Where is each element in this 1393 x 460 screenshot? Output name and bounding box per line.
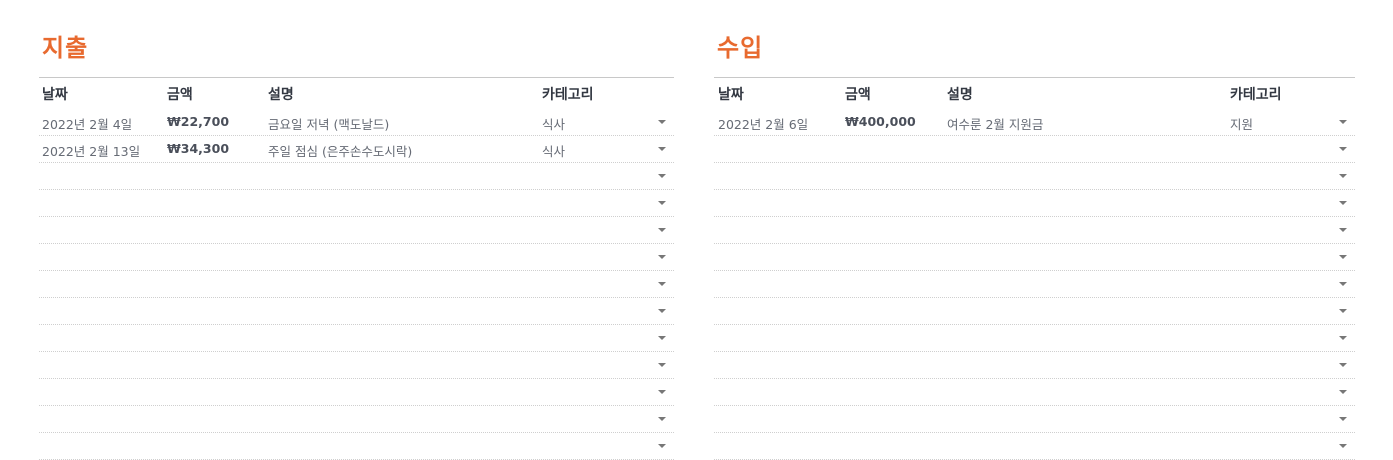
table-row[interactable] bbox=[39, 433, 674, 460]
category-dropdown-arrow-icon[interactable] bbox=[1339, 309, 1347, 313]
table-row[interactable] bbox=[714, 298, 1355, 325]
category-dropdown-arrow-icon[interactable] bbox=[1339, 444, 1347, 448]
header-category: 카테고리 bbox=[1230, 87, 1282, 103]
cell-category[interactable]: 지원 bbox=[1230, 114, 1253, 133]
category-dropdown-arrow-icon[interactable] bbox=[658, 363, 666, 367]
category-dropdown-arrow-icon[interactable] bbox=[658, 201, 666, 205]
category-dropdown-arrow-icon[interactable] bbox=[1339, 282, 1347, 286]
expenses-table: 2022년 2월 4일 ₩22,700 금요일 저녁 (맥도날드) 식사 2022년 2… bbox=[39, 109, 674, 460]
cell-description[interactable]: 주일 점심 (은주손수도시락) bbox=[268, 141, 412, 160]
category-dropdown-arrow-icon[interactable] bbox=[658, 417, 666, 421]
income-header-row: 날짜 금액 설명 카테고리 bbox=[714, 77, 1355, 107]
header-description: 설명 bbox=[268, 87, 294, 103]
table-row[interactable] bbox=[39, 379, 674, 406]
expenses-title: 지출 bbox=[42, 34, 89, 62]
table-row[interactable] bbox=[39, 244, 674, 271]
category-dropdown-arrow-icon[interactable] bbox=[658, 228, 666, 232]
category-dropdown-arrow-icon[interactable] bbox=[658, 120, 666, 124]
category-dropdown-arrow-icon[interactable] bbox=[658, 147, 666, 151]
category-dropdown-arrow-icon[interactable] bbox=[658, 444, 666, 448]
table-row[interactable] bbox=[39, 271, 674, 298]
table-row[interactable]: 2022년 2월 6일 ₩400,000 여수룬 2월 지원금 지원 bbox=[714, 109, 1355, 136]
cell-date[interactable]: 2022년 2월 4일 bbox=[42, 114, 132, 133]
category-dropdown-arrow-icon[interactable] bbox=[1339, 390, 1347, 394]
header-amount: 금액 bbox=[167, 87, 193, 103]
income-title: 수입 bbox=[717, 34, 764, 62]
category-dropdown-arrow-icon[interactable] bbox=[658, 390, 666, 394]
table-row[interactable] bbox=[714, 136, 1355, 163]
header-date: 날짜 bbox=[42, 87, 68, 103]
cell-amount[interactable]: ₩22,700 bbox=[167, 114, 229, 129]
category-dropdown-arrow-icon[interactable] bbox=[1339, 255, 1347, 259]
table-row[interactable] bbox=[714, 244, 1355, 271]
table-row[interactable] bbox=[39, 190, 674, 217]
cell-category[interactable]: 식사 bbox=[542, 141, 565, 160]
category-dropdown-arrow-icon[interactable] bbox=[658, 336, 666, 340]
table-row[interactable] bbox=[714, 271, 1355, 298]
table-row[interactable] bbox=[714, 163, 1355, 190]
table-row[interactable] bbox=[714, 406, 1355, 433]
table-row[interactable] bbox=[39, 298, 674, 325]
category-dropdown-arrow-icon[interactable] bbox=[1339, 147, 1347, 151]
cell-category[interactable]: 식사 bbox=[542, 114, 565, 133]
expenses-header-row: 날짜 금액 설명 카테고리 bbox=[39, 77, 674, 107]
table-row[interactable] bbox=[714, 217, 1355, 244]
category-dropdown-arrow-icon[interactable] bbox=[658, 174, 666, 178]
category-dropdown-arrow-icon[interactable] bbox=[1339, 363, 1347, 367]
category-dropdown-arrow-icon[interactable] bbox=[1339, 228, 1347, 232]
cell-date[interactable]: 2022년 2월 6일 bbox=[718, 114, 808, 133]
table-row[interactable] bbox=[714, 352, 1355, 379]
table-row[interactable] bbox=[714, 433, 1355, 460]
table-row[interactable] bbox=[39, 406, 674, 433]
table-row[interactable] bbox=[714, 325, 1355, 352]
cell-amount[interactable]: ₩34,300 bbox=[167, 141, 229, 156]
header-category: 카테고리 bbox=[542, 87, 594, 103]
table-row[interactable] bbox=[714, 379, 1355, 406]
table-row[interactable] bbox=[39, 163, 674, 190]
income-table: 2022년 2월 6일 ₩400,000 여수룬 2월 지원금 지원 bbox=[714, 109, 1355, 460]
category-dropdown-arrow-icon[interactable] bbox=[658, 255, 666, 259]
table-row[interactable] bbox=[714, 190, 1355, 217]
category-dropdown-arrow-icon[interactable] bbox=[658, 309, 666, 313]
cell-description[interactable]: 여수룬 2월 지원금 bbox=[947, 114, 1043, 133]
category-dropdown-arrow-icon[interactable] bbox=[1339, 120, 1347, 124]
cell-date[interactable]: 2022년 2월 13일 bbox=[42, 141, 140, 160]
category-dropdown-arrow-icon[interactable] bbox=[658, 282, 666, 286]
cell-description[interactable]: 금요일 저녁 (맥도날드) bbox=[268, 114, 389, 133]
table-row[interactable]: 2022년 2월 4일 ₩22,700 금요일 저녁 (맥도날드) 식사 bbox=[39, 109, 674, 136]
table-row[interactable] bbox=[39, 352, 674, 379]
table-row[interactable]: 2022년 2월 13일 ₩34,300 주일 점심 (은주손수도시락) 식사 bbox=[39, 136, 674, 163]
category-dropdown-arrow-icon[interactable] bbox=[1339, 417, 1347, 421]
table-row[interactable] bbox=[39, 325, 674, 352]
table-row[interactable] bbox=[39, 217, 674, 244]
category-dropdown-arrow-icon[interactable] bbox=[1339, 336, 1347, 340]
category-dropdown-arrow-icon[interactable] bbox=[1339, 201, 1347, 205]
header-amount: 금액 bbox=[845, 87, 871, 103]
header-description: 설명 bbox=[947, 87, 973, 103]
category-dropdown-arrow-icon[interactable] bbox=[1339, 174, 1347, 178]
cell-amount[interactable]: ₩400,000 bbox=[845, 114, 916, 129]
header-date: 날짜 bbox=[718, 87, 744, 103]
